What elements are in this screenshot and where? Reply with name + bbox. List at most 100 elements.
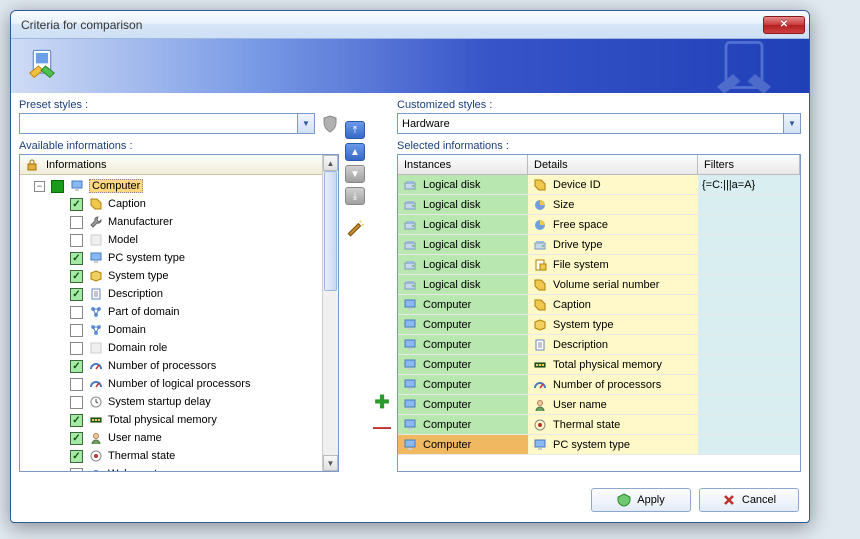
grid-body[interactable]: Logical diskDevice ID{=C:|||a=A}Logical … (398, 175, 800, 471)
tree-item-label: Model (108, 234, 138, 246)
tree-item[interactable]: Total physical memory (20, 411, 322, 429)
tree-item[interactable]: Wake up type (20, 465, 322, 471)
checkbox[interactable] (70, 378, 83, 391)
scrollbar[interactable]: ▲ ▼ (322, 155, 338, 471)
scroll-thumb[interactable] (324, 171, 337, 291)
grid-row[interactable]: Logical diskFree space (398, 215, 800, 235)
wand-icon[interactable] (345, 217, 365, 237)
checkbox[interactable] (70, 360, 83, 373)
gauge-icon (88, 359, 103, 374)
grid-row[interactable]: ComputerThermal state (398, 415, 800, 435)
checkbox[interactable] (70, 198, 83, 211)
detail-cell: Description (553, 339, 608, 351)
checkbox[interactable] (70, 342, 83, 355)
detail-cell: User name (553, 399, 607, 411)
tree-item[interactable]: Description (20, 285, 322, 303)
detail-cell: Thermal state (553, 419, 620, 431)
grid-row[interactable]: Computer Description (398, 335, 800, 355)
grid-row[interactable]: ComputerTotal physical memory (398, 355, 800, 375)
tree-item[interactable]: Number of logical processors (20, 375, 322, 393)
tree-item[interactable]: System startup delay (20, 393, 322, 411)
grid-row[interactable]: Logical diskDrive type (398, 235, 800, 255)
grid-row[interactable]: ComputerUser name (398, 395, 800, 415)
checkbox[interactable] (70, 216, 83, 229)
shield-icon (321, 115, 339, 133)
user-icon (532, 397, 547, 412)
add-button[interactable]: ✚ (374, 392, 389, 413)
tree-item[interactable]: Domain (20, 321, 322, 339)
checkbox[interactable] (70, 306, 83, 319)
checkbox[interactable] (70, 288, 83, 301)
pc-icon (402, 337, 417, 352)
checkbox[interactable] (70, 324, 83, 337)
checkbox[interactable] (70, 450, 83, 463)
tree-item[interactable]: Manufacturer (20, 213, 322, 231)
chevron-down-icon[interactable]: ▼ (297, 114, 314, 133)
gauge-icon (88, 377, 103, 392)
grid-row[interactable]: Logical diskDevice ID{=C:|||a=A} (398, 175, 800, 195)
move-up-button[interactable]: ▲ (345, 143, 365, 161)
checkbox[interactable] (70, 432, 83, 445)
col-instances[interactable]: Instances (398, 155, 528, 174)
tree-item[interactable]: Thermal state (20, 447, 322, 465)
scroll-down-icon[interactable]: ▼ (323, 455, 338, 471)
tree-item[interactable]: Caption (20, 195, 322, 213)
close-button[interactable]: ✕ (763, 16, 805, 34)
pc-icon (402, 377, 417, 392)
pc-icon (88, 251, 103, 266)
disk-icon (402, 177, 417, 192)
tree-item[interactable]: Model (20, 231, 322, 249)
collapse-icon[interactable]: − (34, 181, 45, 192)
grid-row[interactable]: Logical diskVolume serial number (398, 275, 800, 295)
titlebar[interactable]: Criteria for comparison ✕ (11, 11, 809, 39)
filter-cell: {=C:|||a=A} (702, 179, 755, 191)
tree-item[interactable]: Part of domain (20, 303, 322, 321)
col-filters[interactable]: Filters (698, 155, 800, 174)
checkbox[interactable] (70, 234, 83, 247)
tree-item[interactable]: Domain role (20, 339, 322, 357)
grid-row[interactable]: ComputerCaption (398, 295, 800, 315)
tree-item[interactable]: Number of processors (20, 357, 322, 375)
instance-cell: Computer (423, 339, 471, 351)
grid-header[interactable]: Instances Details Filters (398, 155, 800, 175)
tree-item[interactable]: PC system type (20, 249, 322, 267)
checkbox[interactable] (70, 468, 83, 472)
tree-list[interactable]: − Computer Caption Manufacturer Model PC sy… (20, 175, 322, 471)
col-details[interactable]: Details (528, 155, 698, 174)
customized-combo[interactable]: Hardware ▼ (397, 113, 801, 134)
preset-combo[interactable]: ▼ (19, 113, 315, 134)
checkbox[interactable] (70, 396, 83, 409)
checkbox[interactable] (70, 414, 83, 427)
grid-row[interactable]: ComputerPC system type (398, 435, 800, 455)
detail-cell: Free space (553, 219, 608, 231)
tree-root[interactable]: − Computer (20, 177, 322, 195)
cycle-icon (88, 467, 103, 472)
grid-row[interactable]: ComputerSystem type (398, 315, 800, 335)
detail-cell: System type (553, 319, 614, 331)
instance-cell: Computer (423, 379, 471, 391)
net-icon (88, 323, 103, 338)
scroll-up-icon[interactable]: ▲ (323, 155, 338, 171)
tree-item[interactable]: System type (20, 267, 322, 285)
detail-cell: Caption (553, 299, 591, 311)
grid-row[interactable]: Logical diskFile system (398, 255, 800, 275)
checkbox[interactable] (70, 252, 83, 265)
apply-button[interactable]: Apply (591, 488, 691, 512)
grid-row[interactable]: ComputerNumber of processors (398, 375, 800, 395)
tree-item[interactable]: User name (20, 429, 322, 447)
detail-cell: File system (553, 259, 609, 271)
mem-icon (532, 357, 547, 372)
cancel-button[interactable]: Cancel (699, 488, 799, 512)
chevron-down-icon[interactable]: ▼ (783, 114, 800, 133)
box-icon (88, 269, 103, 284)
move-top-button[interactable]: ⤒ (345, 121, 365, 139)
remove-button[interactable]: — (373, 417, 391, 438)
grid-row[interactable]: Logical diskSize (398, 195, 800, 215)
detail-cell: Total physical memory (553, 359, 662, 371)
move-bottom-button[interactable]: ⤓ (345, 187, 365, 205)
tree-header[interactable]: Informations (20, 155, 322, 175)
move-down-button[interactable]: ▼ (345, 165, 365, 183)
tree-item-label: Caption (108, 198, 146, 210)
checkbox[interactable] (70, 270, 83, 283)
checkbox[interactable] (51, 180, 64, 193)
